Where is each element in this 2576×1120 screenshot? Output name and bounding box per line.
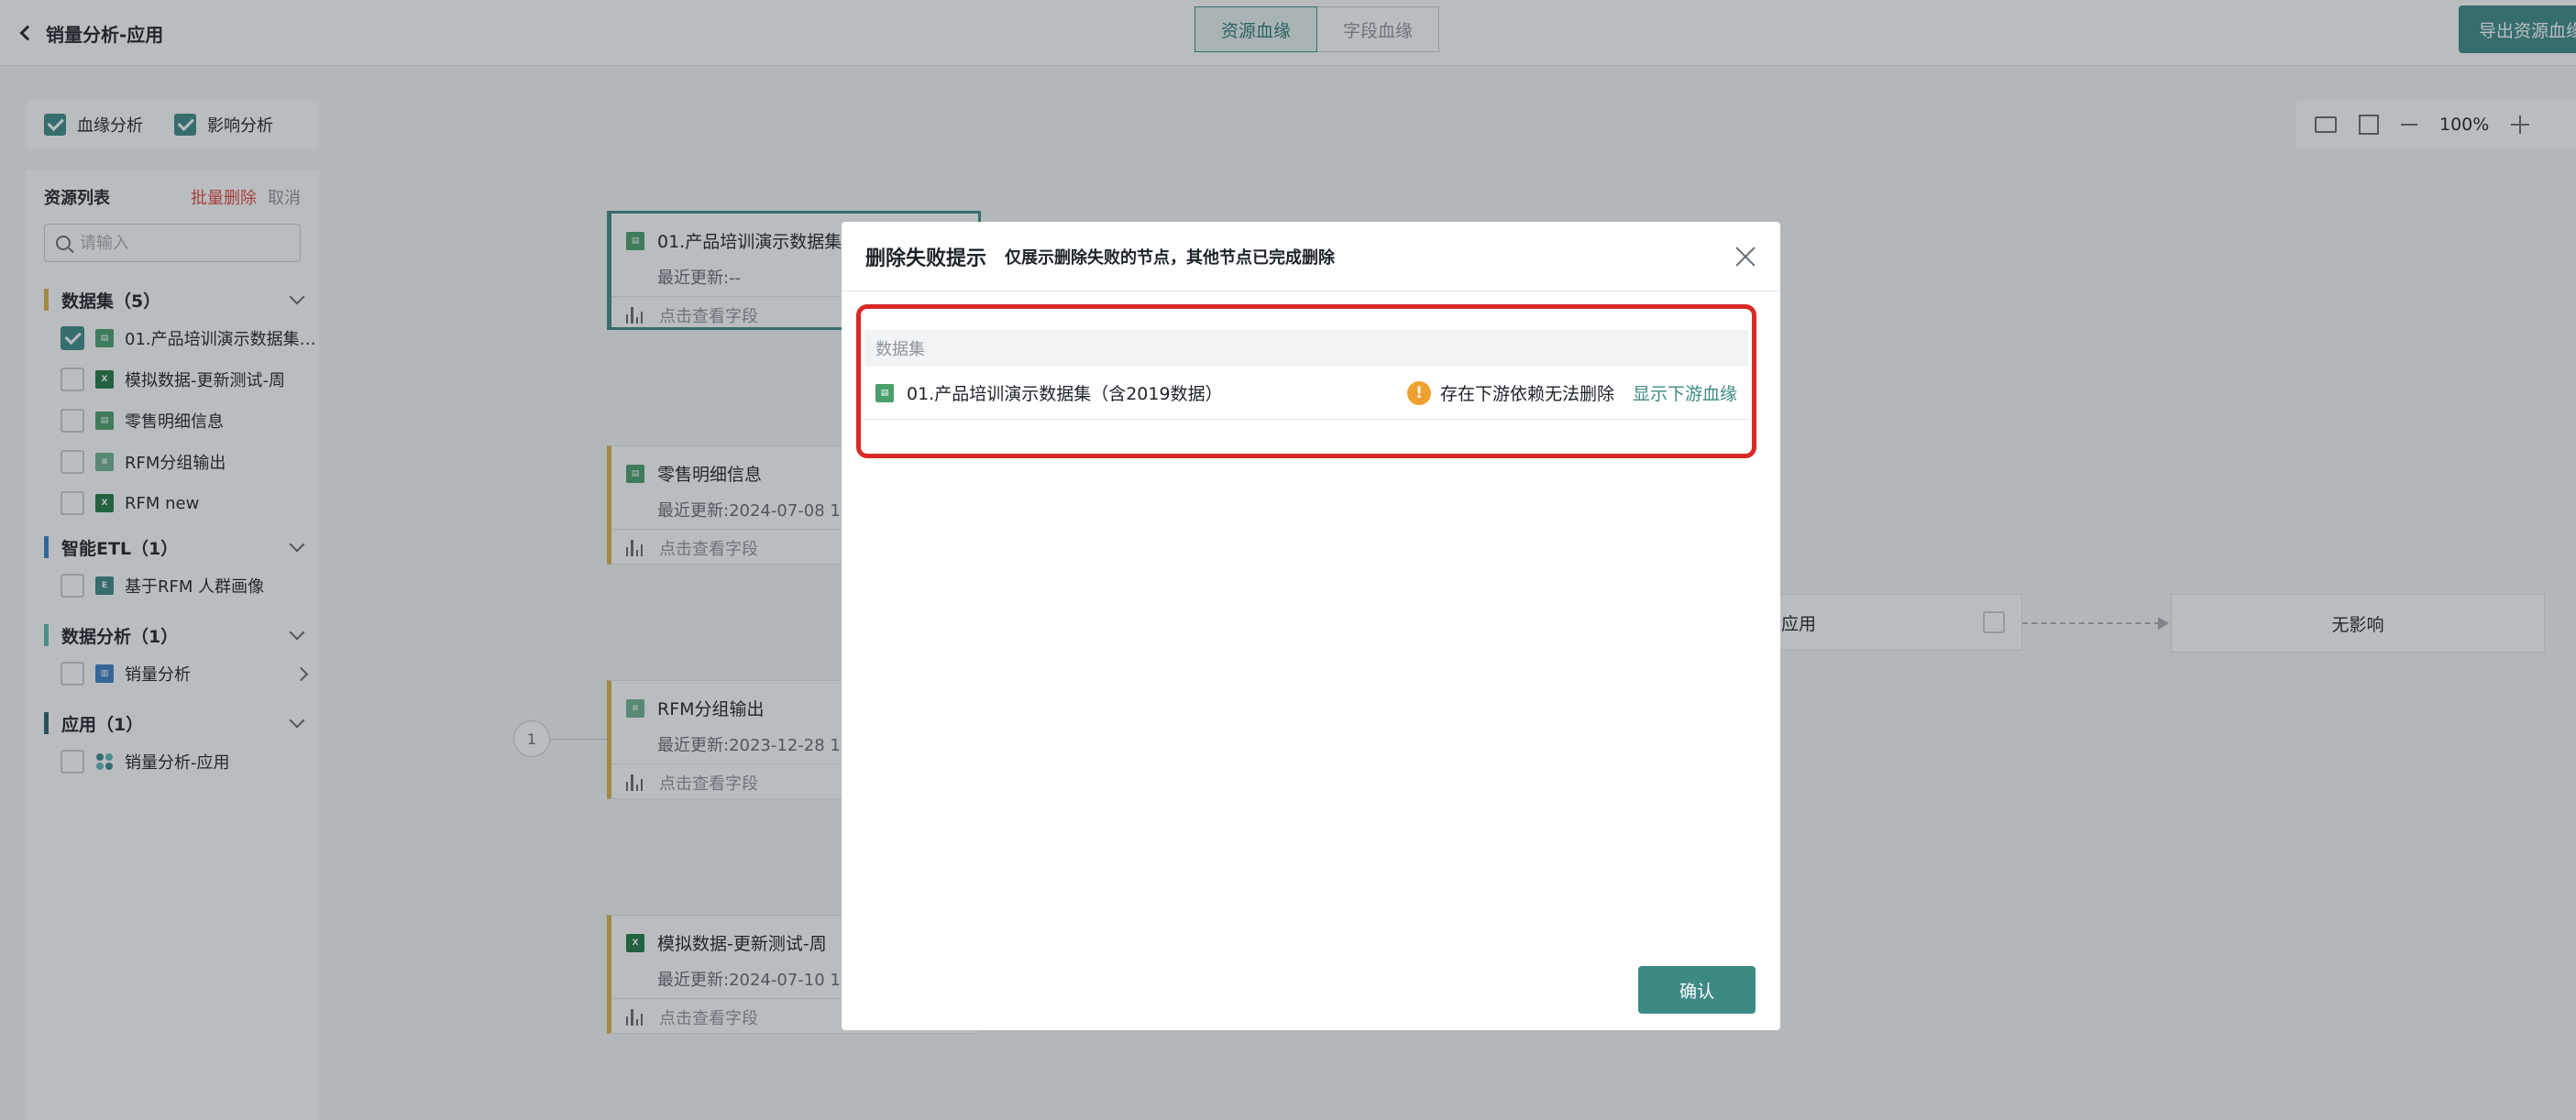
dialog-header: 删除失败提示 仅展示删除失败的节点，其他节点已完成删除 xyxy=(842,222,1780,291)
dialog-subtitle: 仅展示删除失败的节点，其他节点已完成删除 xyxy=(1005,247,1336,268)
close-icon[interactable] xyxy=(1734,246,1756,268)
highlight-box xyxy=(856,304,1756,458)
dialog-title: 删除失败提示 xyxy=(865,247,987,270)
confirm-button[interactable]: 确认 xyxy=(1638,966,1756,1014)
delete-failure-dialog: 删除失败提示 仅展示删除失败的节点，其他节点已完成删除 数据集 ▤ 01.产品培… xyxy=(842,222,1780,1030)
